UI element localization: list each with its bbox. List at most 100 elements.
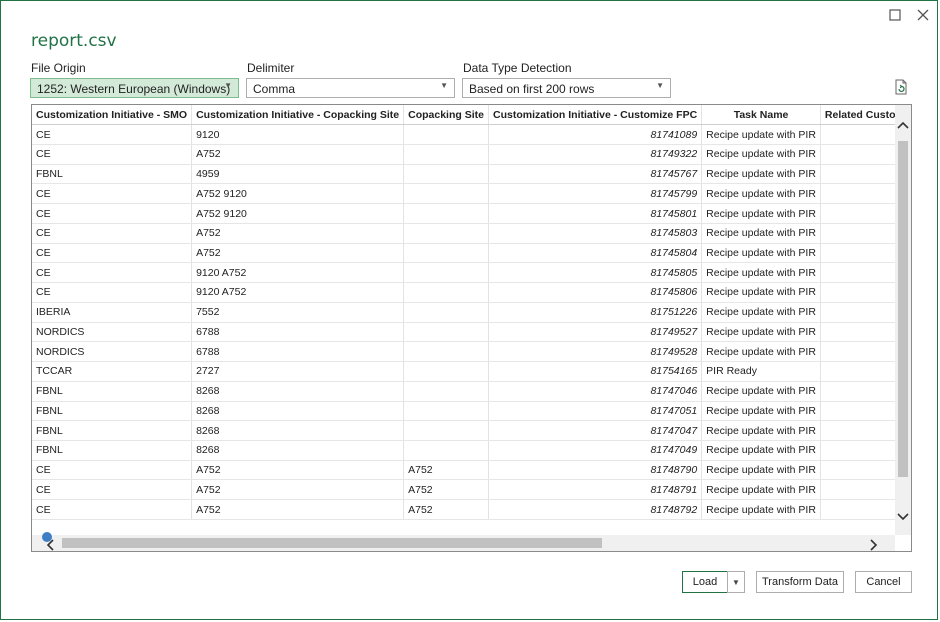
table-cell[interactable]: 81745805 bbox=[488, 262, 703, 284]
table-cell[interactable] bbox=[403, 302, 489, 323]
table-cell[interactable] bbox=[403, 322, 489, 343]
table-cell[interactable] bbox=[403, 282, 489, 303]
table-cell[interactable]: FBNL bbox=[32, 164, 193, 185]
transform-data-button[interactable]: Transform Data bbox=[756, 571, 844, 593]
table-cell[interactable]: CE bbox=[32, 203, 193, 224]
table-cell[interactable]: Recipe update with PIR bbox=[701, 499, 821, 520]
table-cell[interactable]: CE bbox=[32, 124, 193, 145]
table-cell[interactable]: 81745799 bbox=[488, 183, 703, 205]
table-cell[interactable]: 81747049 bbox=[488, 440, 703, 461]
table-cell[interactable]: 81745803 bbox=[488, 223, 703, 244]
table-cell[interactable]: 81749322 bbox=[488, 144, 703, 165]
table-cell[interactable]: A752 bbox=[191, 144, 405, 165]
table-cell[interactable]: 6788 bbox=[191, 341, 405, 363]
file-origin-dropdown[interactable]: 1252: Western European (Windows) ▼ bbox=[30, 78, 239, 98]
table-cell[interactable] bbox=[403, 262, 489, 284]
table-cell[interactable] bbox=[403, 243, 489, 264]
table-cell[interactable]: 6788 bbox=[191, 322, 405, 343]
table-cell[interactable] bbox=[403, 124, 489, 145]
table-cell[interactable]: A752 9120 bbox=[191, 183, 405, 205]
scroll-up-icon[interactable] bbox=[895, 117, 911, 132]
table-cell[interactable]: FBNL bbox=[32, 401, 193, 422]
table-cell[interactable]: 7552 bbox=[191, 302, 405, 323]
table-cell[interactable]: CE bbox=[32, 144, 193, 165]
table-cell[interactable]: Recipe update with PIR bbox=[701, 341, 821, 363]
table-cell[interactable]: 81747051 bbox=[488, 401, 703, 422]
refresh-icon[interactable] bbox=[893, 79, 909, 95]
table-cell[interactable] bbox=[403, 183, 489, 205]
vertical-scroll-thumb[interactable] bbox=[898, 141, 908, 477]
table-cell[interactable]: Recipe update with PIR bbox=[701, 420, 821, 441]
table-cell[interactable]: CE bbox=[32, 243, 193, 264]
table-cell[interactable]: Recipe update with PIR bbox=[701, 440, 821, 461]
table-cell[interactable]: FBNL bbox=[32, 440, 193, 461]
horizontal-scroll-thumb[interactable] bbox=[62, 538, 602, 548]
table-cell[interactable]: 9120 A752 bbox=[191, 282, 405, 303]
table-cell[interactable]: NORDICS bbox=[32, 322, 193, 343]
table-cell[interactable]: 9120 A752 bbox=[191, 262, 405, 284]
table-cell[interactable]: 81745806 bbox=[488, 282, 703, 303]
table-cell[interactable]: Recipe update with PIR bbox=[701, 243, 821, 264]
table-cell[interactable]: 81745767 bbox=[488, 164, 703, 185]
table-cell[interactable]: CE bbox=[32, 183, 193, 205]
column-header[interactable]: Task Name bbox=[701, 105, 821, 126]
table-cell[interactable]: Recipe update with PIR bbox=[701, 164, 821, 185]
scroll-down-icon[interactable] bbox=[895, 509, 911, 524]
table-cell[interactable] bbox=[403, 144, 489, 165]
table-cell[interactable]: CE bbox=[32, 223, 193, 244]
table-cell[interactable]: CE bbox=[32, 282, 193, 303]
table-cell[interactable]: Recipe update with PIR bbox=[701, 282, 821, 303]
cancel-button[interactable]: Cancel bbox=[855, 571, 912, 593]
table-cell[interactable]: 81751226 bbox=[488, 302, 703, 323]
table-cell[interactable]: 8268 bbox=[191, 420, 405, 441]
table-cell[interactable]: 9120 bbox=[191, 124, 405, 145]
table-cell[interactable]: 81747046 bbox=[488, 381, 703, 402]
table-cell[interactable]: 81748791 bbox=[488, 479, 703, 501]
table-cell[interactable]: Recipe update with PIR bbox=[701, 460, 821, 481]
column-header[interactable]: Customization Initiative - SMO bbox=[32, 105, 193, 126]
table-cell[interactable]: Recipe update with PIR bbox=[701, 381, 821, 402]
table-cell[interactable]: Recipe update with PIR bbox=[701, 144, 821, 165]
table-cell[interactable]: A752 bbox=[403, 479, 489, 501]
table-cell[interactable] bbox=[403, 361, 489, 382]
column-header[interactable]: Copacking Site bbox=[403, 105, 489, 126]
column-header[interactable]: Customization Initiative - Customize FPC bbox=[488, 105, 703, 126]
table-cell[interactable]: A752 bbox=[191, 223, 405, 244]
table-cell[interactable]: 81747047 bbox=[488, 420, 703, 441]
horizontal-scrollbar[interactable] bbox=[32, 535, 895, 551]
table-cell[interactable]: NORDICS bbox=[32, 341, 193, 363]
scroll-right-icon[interactable] bbox=[870, 538, 878, 551]
table-cell[interactable]: TCCAR bbox=[32, 361, 193, 382]
table-cell[interactable]: Recipe update with PIR bbox=[701, 223, 821, 244]
table-cell[interactable]: 81749527 bbox=[488, 322, 703, 343]
table-cell[interactable]: Recipe update with PIR bbox=[701, 479, 821, 501]
table-cell[interactable]: Recipe update with PIR bbox=[701, 302, 821, 323]
table-cell[interactable]: 81748792 bbox=[488, 499, 703, 520]
table-cell[interactable]: Recipe update with PIR bbox=[701, 203, 821, 224]
table-cell[interactable]: Recipe update with PIR bbox=[701, 262, 821, 284]
table-cell[interactable]: A752 bbox=[191, 499, 405, 520]
table-cell[interactable]: 8268 bbox=[191, 381, 405, 402]
table-cell[interactable]: A752 bbox=[403, 499, 489, 520]
table-cell[interactable]: 81749528 bbox=[488, 341, 703, 363]
close-icon[interactable] bbox=[913, 5, 933, 25]
column-header[interactable]: Customization Initiative - Copacking Sit… bbox=[191, 105, 405, 126]
table-cell[interactable]: 4959 bbox=[191, 164, 405, 185]
table-cell[interactable]: CE bbox=[32, 262, 193, 284]
table-cell[interactable]: A752 bbox=[191, 243, 405, 264]
table-cell[interactable] bbox=[403, 420, 489, 441]
table-cell[interactable]: A752 9120 bbox=[191, 203, 405, 224]
table-cell[interactable]: FBNL bbox=[32, 420, 193, 441]
table-cell[interactable]: 81741089 bbox=[488, 124, 703, 145]
table-cell[interactable] bbox=[403, 164, 489, 185]
load-button[interactable]: Load bbox=[682, 571, 728, 593]
table-cell[interactable]: 8268 bbox=[191, 440, 405, 461]
table-cell[interactable]: CE bbox=[32, 460, 193, 481]
load-options-button[interactable]: ▼ bbox=[727, 571, 745, 593]
table-cell[interactable] bbox=[403, 341, 489, 363]
table-cell[interactable]: A752 bbox=[191, 460, 405, 481]
vertical-scrollbar[interactable] bbox=[895, 105, 911, 535]
table-cell[interactable]: IBERIA bbox=[32, 302, 193, 323]
table-cell[interactable]: CE bbox=[32, 499, 193, 520]
table-cell[interactable]: 81745801 bbox=[488, 203, 703, 224]
